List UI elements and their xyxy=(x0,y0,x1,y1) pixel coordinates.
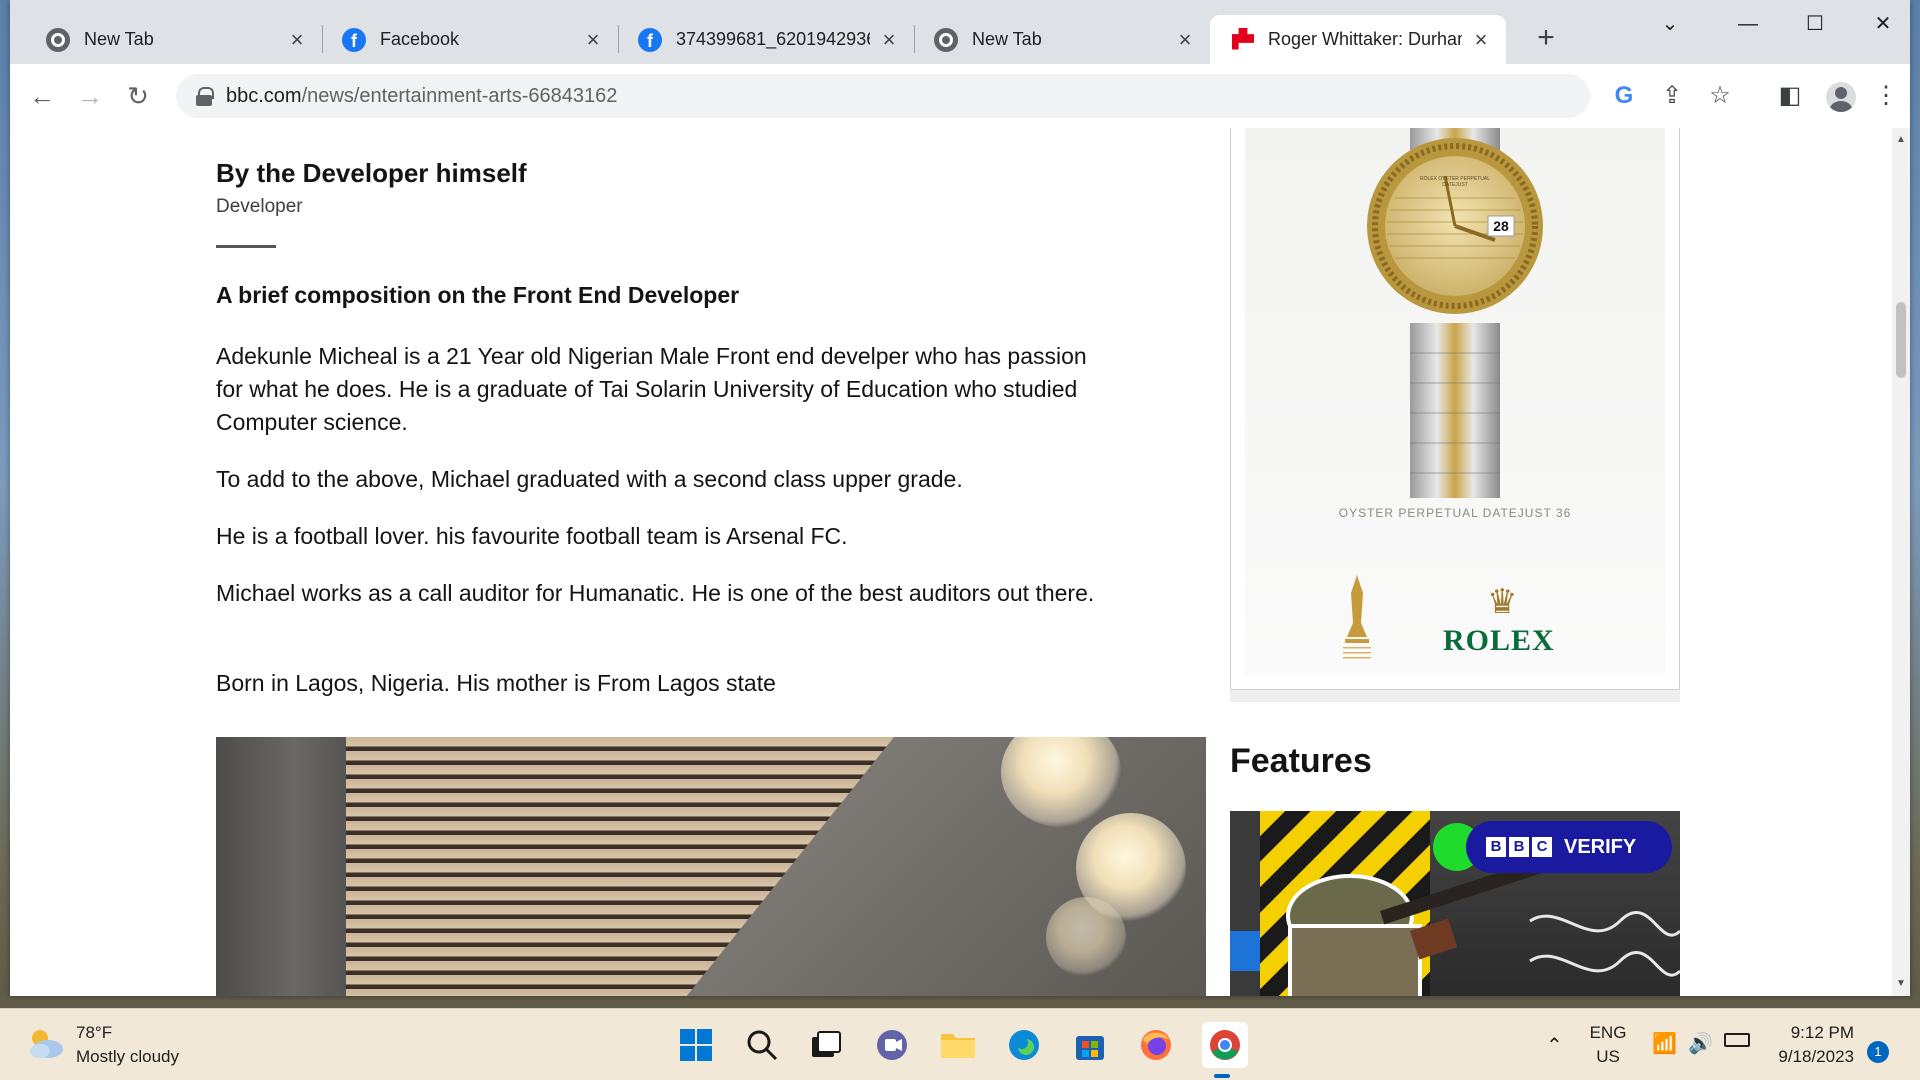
scroll-down-arrow[interactable]: ▼ xyxy=(1896,978,1906,989)
browser-window: New Tab × f Facebook × f 374399681_62019… xyxy=(10,0,1910,996)
file-explorer-icon[interactable] xyxy=(938,1025,978,1065)
vertical-scrollbar[interactable]: ▲ ▼ xyxy=(1892,128,1910,996)
lock-icon[interactable] xyxy=(196,87,214,106)
edge-browser-icon[interactable] xyxy=(1004,1025,1044,1065)
reload-button[interactable]: ↻ xyxy=(120,78,156,114)
verify-label: VERIFY xyxy=(1564,835,1637,858)
tab-title: 374399681_6201942936 xyxy=(676,29,870,49)
clock-date[interactable]: 9/18/2023 xyxy=(1764,1047,1854,1067)
google-lens-icon[interactable]: G xyxy=(1610,82,1638,110)
back-button[interactable]: ← xyxy=(24,78,60,114)
tab-title: New Tab xyxy=(972,29,1042,49)
watch-dial-text: ROLEX OYSTER PERPETUAL DATEJUST xyxy=(1419,176,1491,188)
weather-temperature[interactable]: 78°F xyxy=(76,1023,112,1043)
clock-time[interactable]: 9:12 PM xyxy=(1774,1023,1854,1043)
article-heading: A brief composition on the Front End Dev… xyxy=(216,282,740,308)
firefox-icon[interactable] xyxy=(1136,1025,1176,1065)
tab-strip: New Tab × f Facebook × f 374399681_62019… xyxy=(10,0,1910,64)
chrome-taskbar-icon[interactable] xyxy=(1202,1022,1248,1078)
close-icon[interactable]: × xyxy=(582,28,604,51)
address-bar[interactable]: bbc.com/news/entertainment-arts-66843162 xyxy=(176,74,1590,118)
advertisement[interactable]: 28 ROLEX OYSTER PERPETUAL DATEJUST OYSTE… xyxy=(1230,128,1680,690)
tab-title: Facebook xyxy=(380,29,460,49)
close-window-button[interactable]: ✕ xyxy=(1860,8,1906,40)
scrollbar-thumb[interactable] xyxy=(1896,302,1906,378)
rolex-crown-icon: ♛ xyxy=(1487,583,1518,621)
close-icon[interactable]: × xyxy=(1174,28,1196,51)
battery-icon[interactable] xyxy=(1724,1033,1750,1047)
feature-card-image[interactable]: BBC VERIFY xyxy=(1230,811,1680,996)
facebook-icon: f xyxy=(638,27,662,52)
notification-badge[interactable]: 1 xyxy=(1867,1041,1889,1063)
bbc-icon xyxy=(1230,28,1254,52)
tab-title: New Tab xyxy=(84,29,154,49)
author-name: By the Developer himself xyxy=(216,158,527,188)
scroll-up-arrow[interactable]: ▲ xyxy=(1896,134,1906,145)
article-paragraph: Adekunle Micheal is a 21 Year old Nigeri… xyxy=(216,343,1087,435)
volume-icon[interactable]: 🔊 xyxy=(1688,1031,1713,1056)
tab-new-tab-2[interactable]: New Tab × xyxy=(914,15,1210,64)
article-paragraph: Born in Lagos, Nigeria. His mother is Fr… xyxy=(216,670,776,696)
rolex-logo-text: ROLEX xyxy=(1443,624,1555,657)
divider xyxy=(1230,690,1680,702)
bbc-logo-icon: BBC xyxy=(1486,837,1552,857)
tab-facebook-photo[interactable]: f 374399681_6201942936 × xyxy=(618,15,915,64)
side-panel-icon[interactable]: ◧ xyxy=(1776,82,1804,110)
taskbar: 78°F Mostly cloudy ⌃ ENG US 📶 🔊 9:12 PM … xyxy=(0,1008,1920,1080)
author-role: Developer xyxy=(216,196,303,217)
weather-cloudy-icon[interactable] xyxy=(26,1025,66,1061)
forward-button[interactable]: → xyxy=(72,78,108,114)
maximize-button[interactable]: ☐ xyxy=(1792,8,1838,40)
tab-title: Roger Whittaker: Durham xyxy=(1268,29,1462,49)
close-icon[interactable]: × xyxy=(1470,28,1492,51)
article-paragraph: He is a football lover. his favourite fo… xyxy=(216,523,848,549)
academy-award-icon xyxy=(1343,575,1371,659)
profile-avatar[interactable] xyxy=(1826,82,1856,112)
show-hidden-icons-chevron-icon[interactable]: ⌃ xyxy=(1546,1033,1563,1058)
url-text[interactable]: bbc.com/news/entertainment-arts-66843162 xyxy=(226,85,617,108)
microsoft-store-icon[interactable] xyxy=(1070,1025,1110,1065)
teams-chat-icon[interactable] xyxy=(872,1025,912,1065)
weather-description[interactable]: Mostly cloudy xyxy=(76,1047,179,1067)
browser-toolbar: ← → ↻ bbc.com/news/entertainment-arts-66… xyxy=(10,64,1910,128)
input-region[interactable]: US xyxy=(1588,1047,1628,1067)
new-tab-button[interactable]: + xyxy=(1530,22,1562,54)
ad-caption: OYSTER PERPETUAL DATEJUST 36 xyxy=(1338,506,1572,520)
minimize-button[interactable]: — xyxy=(1725,8,1771,40)
menu-kebab-icon[interactable]: ⋮ xyxy=(1872,82,1900,110)
windows-start-icon[interactable] xyxy=(676,1025,716,1065)
watch-date-window: 28 xyxy=(1493,218,1509,234)
task-view-icon[interactable] xyxy=(806,1025,846,1065)
bookmark-star-icon[interactable]: ☆ xyxy=(1706,82,1734,110)
chrome-icon xyxy=(934,27,958,52)
close-icon[interactable]: × xyxy=(286,28,308,51)
facebook-icon: f xyxy=(342,27,366,52)
features-heading: Features xyxy=(1230,742,1372,780)
share-icon[interactable]: ⇪ xyxy=(1658,82,1686,110)
bbc-verify-badge: BBC VERIFY xyxy=(1466,821,1672,873)
chrome-icon xyxy=(46,27,70,52)
page-viewport: By the Developer himself Developer A bri… xyxy=(10,128,1892,996)
tab-search-icon[interactable]: ⌄ xyxy=(1647,8,1693,40)
article-paragraph: Michael works as a call auditor for Huma… xyxy=(216,580,1095,606)
input-language[interactable]: ENG xyxy=(1588,1023,1628,1043)
tab-new-tab-1[interactable]: New Tab × xyxy=(26,15,323,64)
divider xyxy=(216,245,276,248)
article-paragraph: To add to the above, Michael graduated w… xyxy=(216,466,963,492)
wifi-icon[interactable]: 📶 xyxy=(1652,1031,1677,1056)
tab-facebook[interactable]: f Facebook × xyxy=(322,15,619,64)
search-icon[interactable] xyxy=(742,1025,782,1065)
close-icon[interactable]: × xyxy=(878,28,900,51)
article-photo xyxy=(216,737,1206,996)
tab-bbc-article[interactable]: Roger Whittaker: Durham × xyxy=(1210,15,1506,64)
